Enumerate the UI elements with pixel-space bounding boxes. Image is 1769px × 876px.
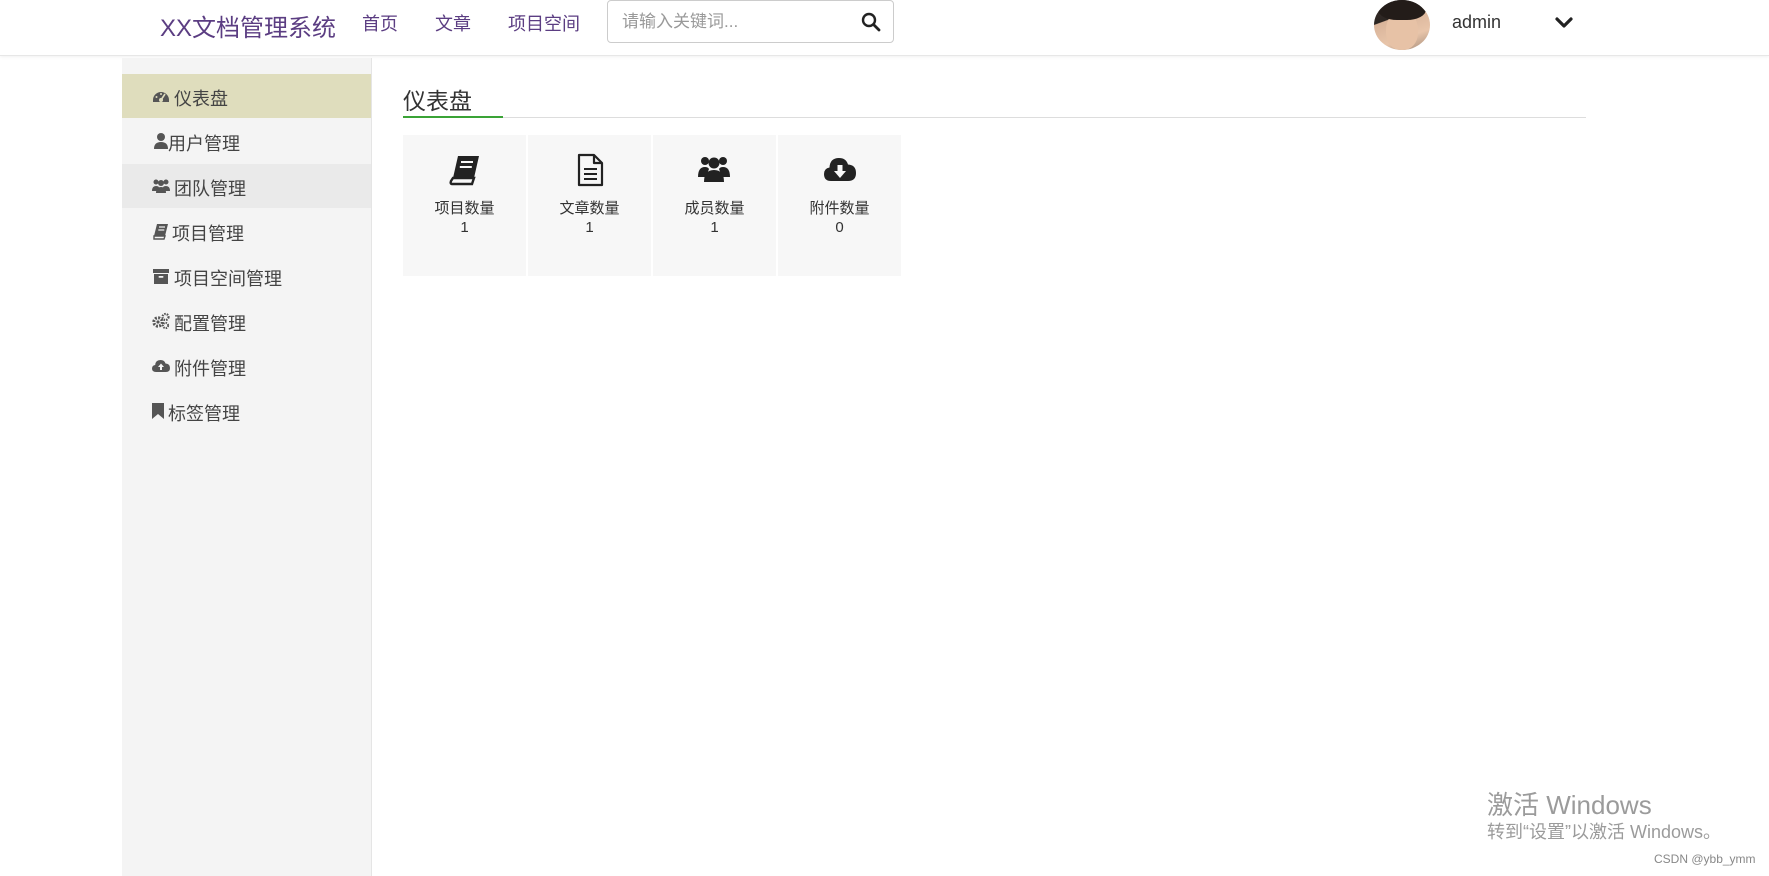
brand-title[interactable]: XX文档管理系统 (160, 8, 336, 43)
page-title: 仪表盘 (403, 88, 472, 114)
sidebar-item-teams[interactable]: 团队管理 (122, 164, 371, 208)
sidebar-item-project-spaces[interactable]: 项目空间管理 (122, 254, 371, 298)
title-divider (403, 117, 1586, 118)
stat-label: 附件数量 (809, 200, 870, 217)
stat-card-articles[interactable]: 文章数量 1 (528, 135, 651, 276)
nav-link-article[interactable]: 文章 (435, 10, 471, 36)
sidebar-item-label: 用户管理 (168, 134, 240, 154)
title-accent-bar (403, 116, 503, 118)
chevron-down-icon[interactable] (1553, 12, 1575, 34)
stat-card-projects[interactable]: 项目数量 1 (403, 135, 526, 276)
book-icon (449, 156, 479, 186)
book-icon (153, 224, 168, 240)
sidebar-item-label: 标签管理 (168, 404, 240, 424)
sidebar-item-dashboard[interactable]: 仪表盘 (122, 74, 371, 118)
file-text-icon (577, 153, 604, 187)
search-input[interactable] (622, 9, 842, 35)
sidebar-item-tags[interactable]: 标签管理 (122, 389, 371, 433)
search-box (607, 0, 894, 43)
windows-activation-subtitle: 转到“设置”以激活 Windows。 (1487, 822, 1722, 842)
dashboard-icon (153, 92, 169, 102)
stat-value: 1 (460, 219, 469, 236)
nav-link-project-space[interactable]: 项目空间 (508, 10, 580, 36)
sidebar-item-label: 团队管理 (174, 179, 246, 199)
bookmark-icon (152, 403, 164, 419)
stat-value: 0 (835, 219, 844, 236)
stat-label: 文章数量 (559, 200, 620, 217)
avatar-hair (1378, 0, 1426, 20)
stat-card-members[interactable]: 成员数量 1 (653, 135, 776, 276)
archive-icon (153, 269, 169, 284)
nav-link-home[interactable]: 首页 (362, 10, 398, 36)
cloud-download-icon (824, 158, 856, 181)
users-icon (698, 157, 730, 182)
gears-icon (152, 312, 170, 330)
user-avatar[interactable] (1374, 0, 1430, 50)
stat-value: 1 (585, 219, 594, 236)
stat-label: 项目数量 (434, 200, 495, 217)
cloud-upload-icon (152, 360, 170, 372)
windows-activation-title: 激活 Windows (1487, 790, 1652, 820)
sidebar-item-attachments[interactable]: 附件管理 (122, 344, 371, 388)
users-icon (152, 179, 170, 193)
stat-label: 成员数量 (684, 200, 745, 217)
sidebar-item-projects[interactable]: 项目管理 (122, 209, 371, 253)
username[interactable]: admin (1452, 12, 1501, 33)
csdn-credit: CSDN @ybb_ymm (1654, 852, 1756, 866)
sidebar: 仪表盘 用户管理 团队管理 项目管理 项目空间管理 配置管理 附件管理 标签管理 (122, 58, 372, 876)
stat-card-attachments[interactable]: 附件数量 0 (778, 135, 901, 276)
sidebar-item-label: 附件管理 (174, 359, 246, 379)
stat-value: 1 (710, 219, 719, 236)
sidebar-item-label: 项目管理 (172, 224, 244, 244)
top-navbar: XX文档管理系统 首页 文章 项目空间 admin (0, 0, 1769, 56)
sidebar-item-config[interactable]: 配置管理 (122, 299, 371, 343)
sidebar-item-label: 项目空间管理 (174, 269, 282, 289)
sidebar-item-label: 配置管理 (174, 314, 246, 334)
sidebar-item-label: 仪表盘 (174, 89, 228, 109)
search-icon[interactable] (861, 12, 881, 32)
sidebar-item-users[interactable]: 用户管理 (122, 119, 371, 163)
